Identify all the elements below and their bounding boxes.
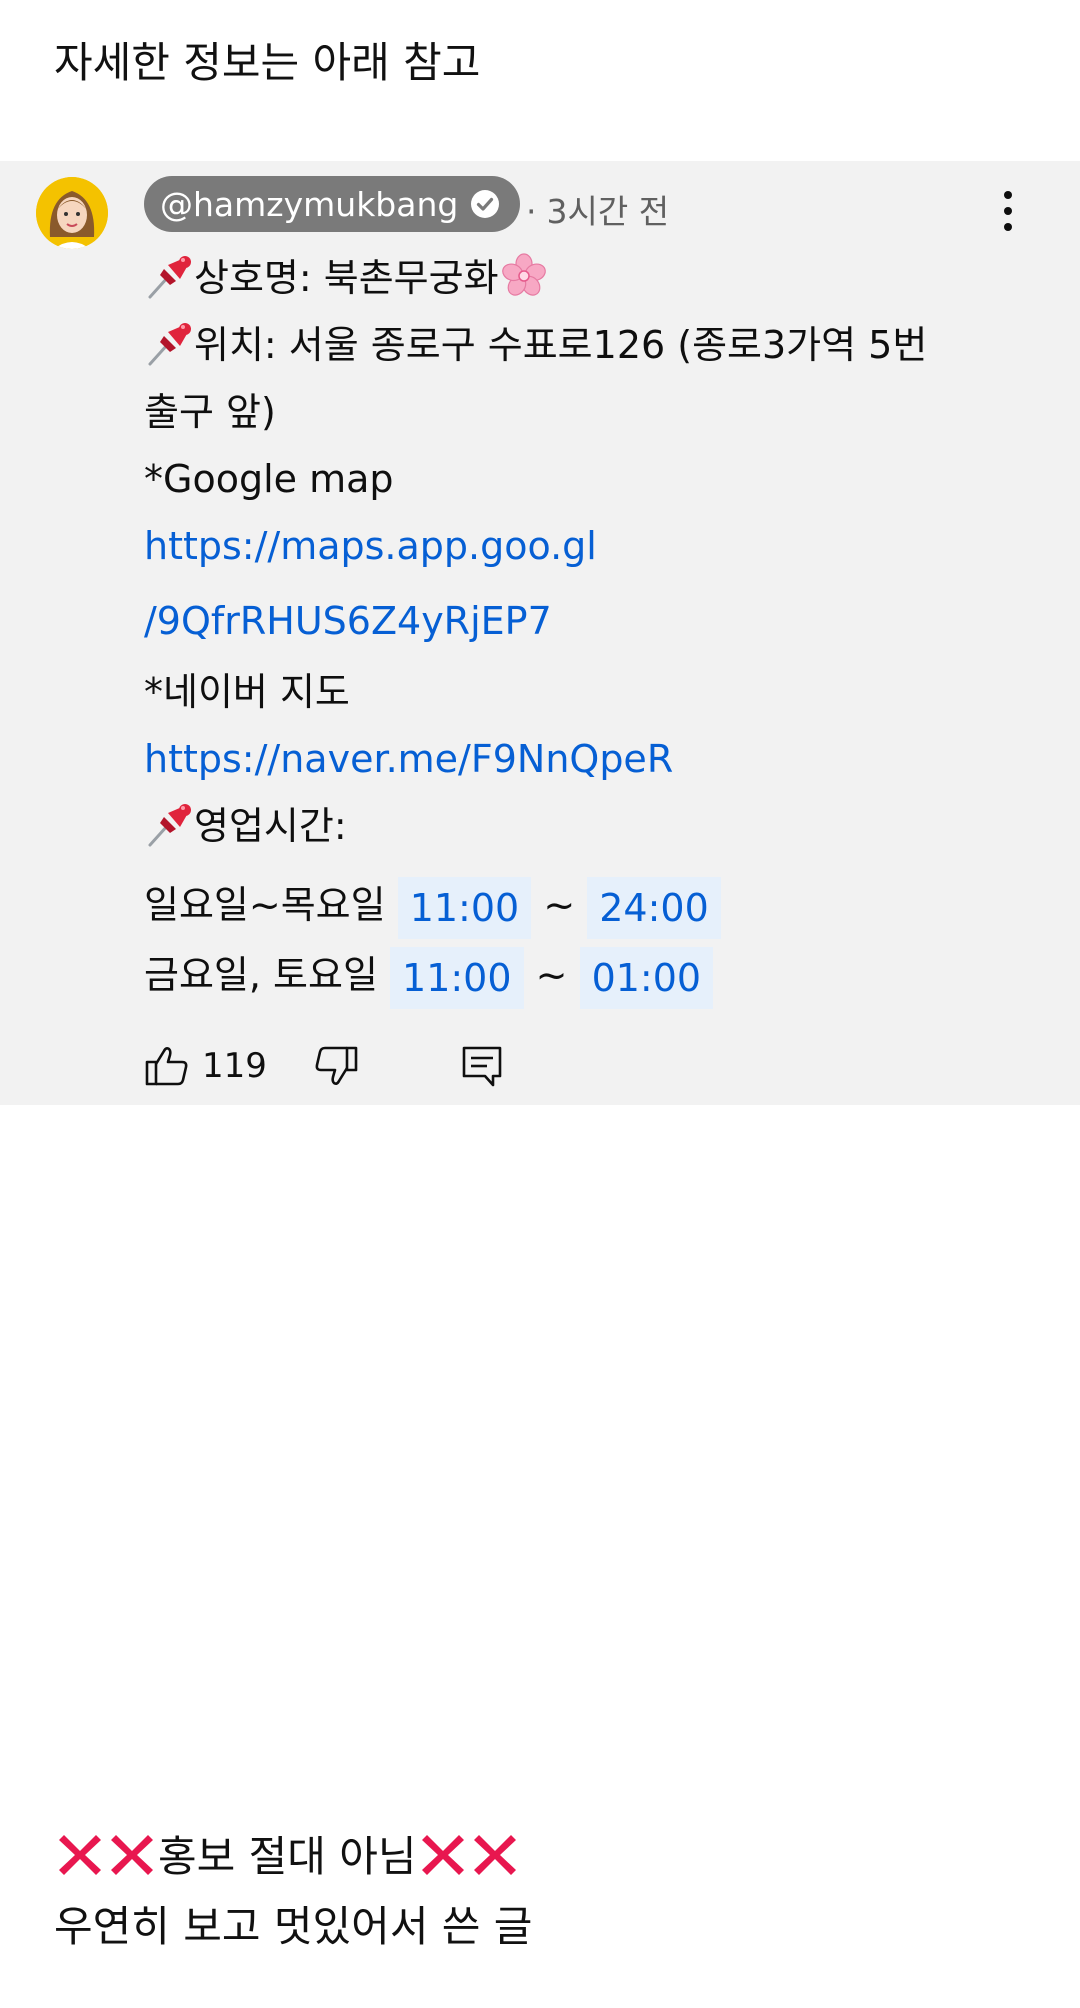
google-link-part1[interactable]: https://maps.app.goo.gl xyxy=(144,524,597,568)
cross-mark-icon xyxy=(111,1835,153,1875)
pushpin-icon xyxy=(148,256,191,299)
outro-text: 홍보 절대 아님 우연히 보고 멋있어서 쓴 글 xyxy=(54,1822,532,1962)
outro-line-2: 우연히 보고 멋있어서 쓴 글 xyxy=(54,1902,533,1951)
channel-handle[interactable]: @hamzymukbang xyxy=(144,176,521,232)
like-count: 119 xyxy=(202,1046,267,1086)
time-text: 3시간 전 xyxy=(546,192,670,231)
cross-mark-icon xyxy=(59,1835,101,1875)
avatar[interactable] xyxy=(36,177,108,249)
pushpin-icon xyxy=(148,323,191,366)
naver-map-label: *네이버 지도 xyxy=(144,670,350,714)
handle-text: @hamzymukbang xyxy=(160,184,459,224)
hours-label-text: 영업시간: xyxy=(194,804,347,848)
google-map-link-cont[interactable]: /9QfrRHUS6Z4yRjEP7 xyxy=(144,588,1004,655)
timestamp-chip[interactable]: 11:00 xyxy=(390,946,524,1009)
hours-separator: ~ xyxy=(535,953,568,997)
naver-map-link[interactable]: https://naver.me/F9NnQpeR xyxy=(144,726,1004,793)
comment-body: 상호명: 북촌무궁화 위치: 서울 종로구 수표로126 (종로3가역 5번 출… xyxy=(144,245,1004,1010)
cross-mark-icon xyxy=(421,1835,464,1875)
google-map-link[interactable]: https://maps.app.goo.gl xyxy=(144,513,1004,580)
location-line-2: 출구 앞) xyxy=(144,390,276,434)
reply-icon[interactable] xyxy=(459,1043,505,1089)
timestamp-chip[interactable]: 01:00 xyxy=(579,946,714,1009)
naver-link-text[interactable]: https://naver.me/F9NnQpeR xyxy=(144,737,673,781)
comment-time: · 3시간 전 xyxy=(526,192,670,231)
thumbs-down-icon[interactable] xyxy=(313,1043,359,1089)
google-map-label: *Google map xyxy=(144,457,394,501)
store-name-text: 상호명: 북촌무궁화 xyxy=(194,256,499,300)
verified-check-icon xyxy=(471,190,500,218)
cross-mark-icon xyxy=(473,1835,516,1875)
location-line: 위치: 서울 종로구 수표로126 (종로3가역 5번 xyxy=(144,312,1004,379)
timestamp-chip[interactable]: 24:00 xyxy=(587,876,721,939)
thumbs-up-icon[interactable] xyxy=(144,1043,190,1089)
timestamp-chip[interactable]: 11:00 xyxy=(397,876,532,939)
outro-line-1: 홍보 절대 아님 xyxy=(54,1822,532,1892)
hours-days: 금요일, 토요일 xyxy=(144,953,378,997)
google-link-part2[interactable]: /9QfrRHUS6Z4yRjEP7 xyxy=(144,599,552,643)
comment-card: @hamzymukbang · 3시간 전 상호명: 북촌무궁화 위치: 서울 … xyxy=(0,161,1080,1105)
pushpin-icon xyxy=(148,804,191,847)
location-text: 위치: 서울 종로구 수표로126 (종로3가역 5번 xyxy=(194,323,928,367)
intro-text: 자세한 정보는 아래 참고 xyxy=(54,38,481,87)
store-name-line: 상호명: 북촌무궁화 xyxy=(144,245,1004,312)
more-vert-icon[interactable] xyxy=(996,191,1020,237)
comment-actions: 119 xyxy=(144,1041,505,1091)
hours-days: 일요일~목요일 xyxy=(144,883,386,927)
hours-row: 금요일, 토요일 11:00 ~ 01:00 xyxy=(144,940,1004,1010)
outro-disclaimer: 홍보 절대 아님 xyxy=(158,1832,417,1881)
hours-label-line: 영업시간: xyxy=(144,793,1004,860)
cherry-blossom-icon xyxy=(501,253,546,296)
hours-separator: ~ xyxy=(543,883,576,927)
hours-row: 일요일~목요일 11:00 ~ 24:00 xyxy=(144,870,1004,940)
